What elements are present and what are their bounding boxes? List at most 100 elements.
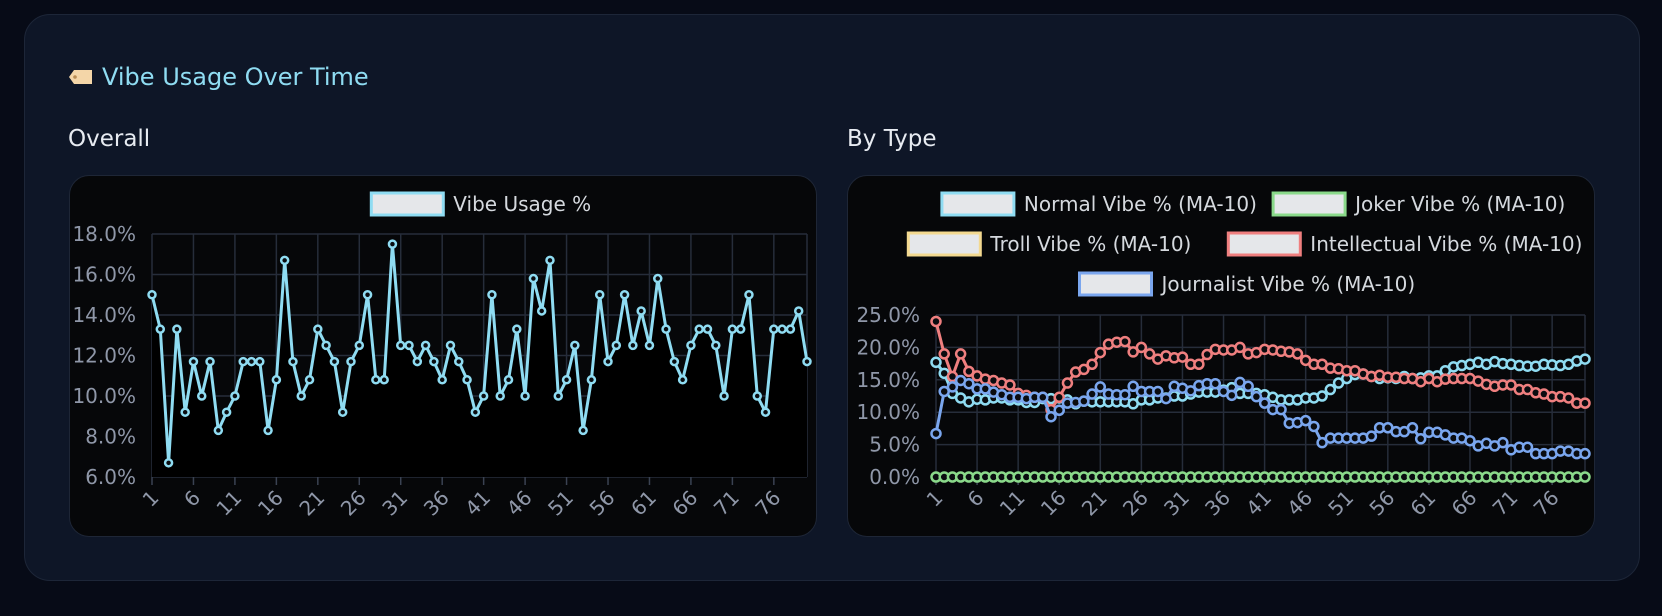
data-point — [371, 375, 381, 385]
data-point — [628, 340, 638, 351]
data-point — [694, 324, 704, 334]
x-tick-label: 61 — [626, 486, 661, 521]
data-point — [536, 306, 547, 316]
data-point — [346, 356, 356, 367]
data-point — [669, 356, 680, 367]
data-point — [653, 273, 663, 284]
data-point — [553, 391, 564, 401]
data-point — [744, 290, 754, 300]
tag-icon — [69, 70, 92, 84]
data-point — [221, 407, 232, 417]
overall-chart-panel: Vibe Usage % 18.0% 16.0% 14.0% 12.0% 10.0% 8.0… — [69, 175, 817, 537]
data-point — [930, 356, 942, 369]
x-tick-label: 6 — [963, 486, 989, 512]
section-title-text: Vibe Usage Over Time — [102, 63, 369, 91]
data-point — [702, 324, 713, 334]
data-point — [545, 255, 555, 266]
overall-chart: Vibe Usage % 18.0% 16.0% 14.0% 12.0% 10.0% 8.0… — [72, 191, 812, 521]
data-point — [946, 381, 959, 393]
x-tick-label: 46 — [502, 486, 537, 521]
data-point — [420, 340, 431, 351]
legend-swatch — [369, 191, 445, 217]
x-tick-label: 26 — [1118, 486, 1153, 521]
legend-swatch — [906, 231, 982, 257]
data-point — [163, 458, 174, 468]
data-point — [180, 407, 190, 417]
data-point — [1119, 388, 1131, 401]
x-tick-label: 36 — [419, 486, 454, 521]
data-point — [462, 375, 472, 385]
data-point — [1004, 379, 1016, 391]
data-point — [1209, 377, 1222, 390]
data-point — [429, 356, 439, 367]
x-tick-label: 41 — [1241, 486, 1276, 521]
data-point — [1234, 341, 1246, 354]
by-type-chart: Normal Vibe % (MA-10) Joker Vibe % (MA-10… — [856, 191, 1591, 521]
data-point — [512, 324, 522, 334]
data-point — [329, 356, 340, 367]
data-point — [1291, 348, 1304, 360]
data-point — [412, 356, 423, 367]
data-point — [313, 324, 323, 334]
y-tick-label: 6.0% — [85, 465, 136, 489]
x-tick-label: 61 — [1405, 486, 1440, 521]
legend-label: Normal Vibe % (MA-10) — [1024, 192, 1257, 216]
by-type-label: By Type — [847, 126, 937, 152]
data-point — [1061, 377, 1074, 389]
data-point — [1324, 383, 1337, 396]
data-point — [1176, 351, 1189, 363]
data-point — [1579, 447, 1591, 460]
x-tick-label: 11 — [995, 486, 1030, 521]
data-point — [155, 324, 166, 334]
data-point — [1086, 358, 1098, 370]
x-tick-label: 26 — [336, 486, 371, 521]
data-point — [1258, 397, 1271, 409]
x-tick-label: 76 — [750, 486, 785, 521]
data-point — [1053, 404, 1065, 417]
data-point — [760, 407, 771, 417]
data-point — [1406, 422, 1419, 434]
x-tick-label: 16 — [253, 486, 288, 521]
data-point — [1078, 395, 1090, 407]
x-tick-label: 71 — [1488, 486, 1523, 521]
data-point — [1316, 390, 1328, 402]
data-point — [520, 391, 530, 401]
data-point — [528, 273, 539, 284]
x-tick-label: 66 — [667, 486, 702, 521]
data-point — [1094, 346, 1107, 359]
legend-swatch — [1226, 231, 1302, 257]
y-tick-label: 14.0% — [72, 303, 136, 327]
data-point — [711, 340, 721, 351]
data-point — [1242, 380, 1254, 393]
legend-label: Journalist Vibe % (MA-10) — [1160, 272, 1416, 296]
data-point — [279, 255, 290, 266]
data-point — [362, 290, 373, 300]
data-point — [1308, 420, 1320, 433]
data-point — [785, 324, 796, 334]
legend-label: Vibe Usage % — [453, 192, 591, 216]
data-point — [487, 290, 497, 300]
data-point — [454, 356, 464, 367]
data-point — [1119, 335, 1131, 348]
data-point — [594, 290, 605, 300]
legend-label: Joker Vibe % (MA-10) — [1353, 192, 1565, 216]
x-tick-label: 6 — [179, 486, 205, 512]
y-tick-label: 5.0% — [869, 433, 920, 457]
data-point — [644, 340, 655, 351]
data-point — [1045, 410, 1057, 423]
x-tick-label: 31 — [1159, 486, 1194, 521]
data-point — [1135, 341, 1148, 354]
data-point — [172, 324, 182, 334]
data-point — [188, 356, 199, 367]
data-point — [395, 340, 406, 351]
x-tick-label: 51 — [543, 486, 578, 521]
data-point — [1365, 430, 1378, 442]
data-point — [379, 375, 389, 385]
legend-swatch — [1271, 191, 1347, 217]
data-point — [387, 239, 398, 249]
x-tick-label: 41 — [460, 486, 495, 521]
data-point — [727, 324, 738, 334]
data-point — [337, 407, 348, 417]
data-point — [1579, 397, 1591, 409]
data-point — [246, 356, 257, 367]
